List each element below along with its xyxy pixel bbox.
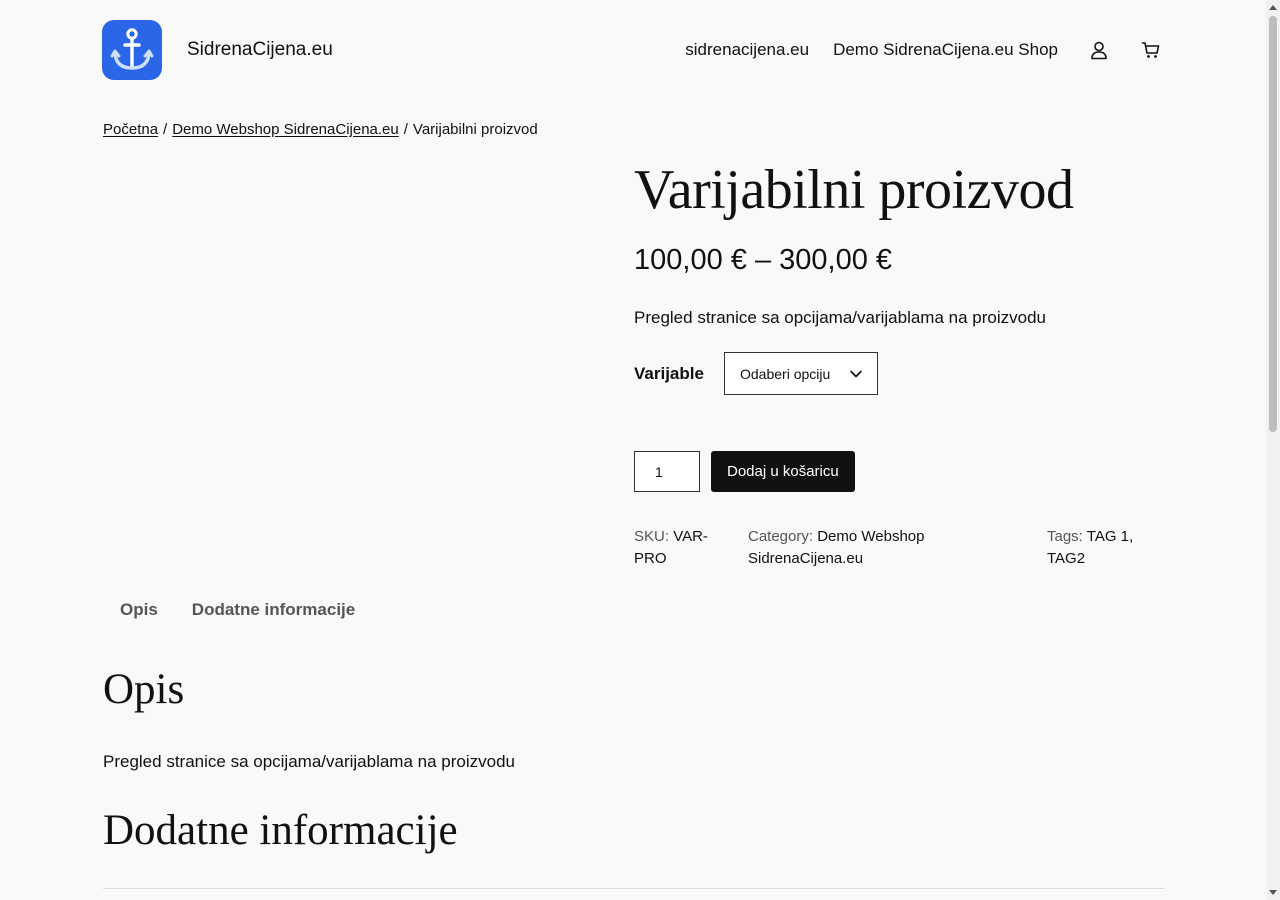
product-title: Varijabilni proizvod bbox=[634, 159, 1074, 221]
breadcrumb-category[interactable]: Demo Webshop SidrenaCijena.eu bbox=[172, 121, 399, 138]
variation-select-value: Odaberi opciju bbox=[740, 365, 831, 382]
breadcrumb-separator: / bbox=[403, 121, 408, 138]
breadcrumb: Početna / Demo Webshop SidrenaCijena.eu / Va… bbox=[103, 121, 538, 138]
breadcrumb-separator: / bbox=[163, 121, 168, 138]
nav-link-home[interactable]: sidrenacijena.eu bbox=[685, 40, 809, 60]
user-icon bbox=[1091, 41, 1107, 60]
category-label: Category: bbox=[748, 528, 814, 545]
account-button[interactable] bbox=[1088, 39, 1110, 61]
quantity-input[interactable] bbox=[634, 451, 700, 492]
cart-icon bbox=[1141, 42, 1160, 58]
add-to-cart-form: Dodaj u košaricu bbox=[634, 451, 855, 492]
anchor-icon bbox=[110, 28, 154, 70]
additional-info-heading: Dodatne informacije bbox=[103, 807, 458, 854]
scroll-thumb[interactable] bbox=[1269, 16, 1277, 432]
site-header: SidrenaCijena.eu sidrenacijena.eu Demo S… bbox=[102, 20, 1162, 80]
tags-label: Tags: bbox=[1047, 528, 1083, 545]
product-sku: SKU: VAR-PRO bbox=[634, 526, 724, 570]
page-scrollbar[interactable] bbox=[1266, 0, 1280, 900]
main-nav: sidrenacijena.eu Demo SidrenaCijena.eu S… bbox=[661, 39, 1162, 61]
scroll-up-icon[interactable] bbox=[1269, 5, 1277, 10]
add-to-cart-button[interactable]: Dodaj u košaricu bbox=[711, 451, 855, 492]
divider bbox=[103, 888, 1165, 889]
tab-dodatne-informacije[interactable]: Dodatne informacije bbox=[175, 600, 372, 620]
variation-label: Varijable bbox=[634, 363, 704, 383]
breadcrumb-current: Varijabilni proizvod bbox=[412, 121, 538, 138]
tab-opis[interactable]: Opis bbox=[103, 600, 175, 620]
sku-label: SKU: bbox=[634, 528, 670, 545]
tag-separator: , bbox=[1129, 528, 1134, 545]
variation-select[interactable]: Odaberi opciju bbox=[724, 352, 878, 395]
chevron-down-icon bbox=[850, 370, 862, 377]
product-price: 100,00 € – 300,00 € bbox=[634, 244, 893, 276]
cart-button[interactable] bbox=[1140, 39, 1162, 61]
tag-link-2[interactable]: TAG2 bbox=[1047, 550, 1085, 567]
nav-link-shop[interactable]: Demo SidrenaCijena.eu Shop bbox=[833, 40, 1058, 60]
product-category: Category: Demo Webshop SidrenaCijena.eu bbox=[748, 526, 948, 570]
description-text: Pregled stranice sa opcijama/varijablama… bbox=[103, 752, 515, 771]
product-tabs: Opis Dodatne informacije bbox=[103, 600, 372, 620]
tag-link-1[interactable]: TAG 1 bbox=[1087, 528, 1129, 545]
variation-row: Varijable Odaberi opciju bbox=[634, 352, 878, 395]
scroll-down-icon[interactable] bbox=[1269, 890, 1277, 895]
site-logo[interactable] bbox=[102, 20, 162, 80]
product-short-description: Pregled stranice sa opcijama/varijablama… bbox=[634, 308, 1046, 327]
description-heading: Opis bbox=[103, 666, 185, 713]
breadcrumb-home[interactable]: Početna bbox=[103, 121, 158, 138]
site-title[interactable]: SidrenaCijena.eu bbox=[187, 39, 333, 61]
product-tags: Tags: TAG 1, TAG2 bbox=[1047, 526, 1157, 570]
